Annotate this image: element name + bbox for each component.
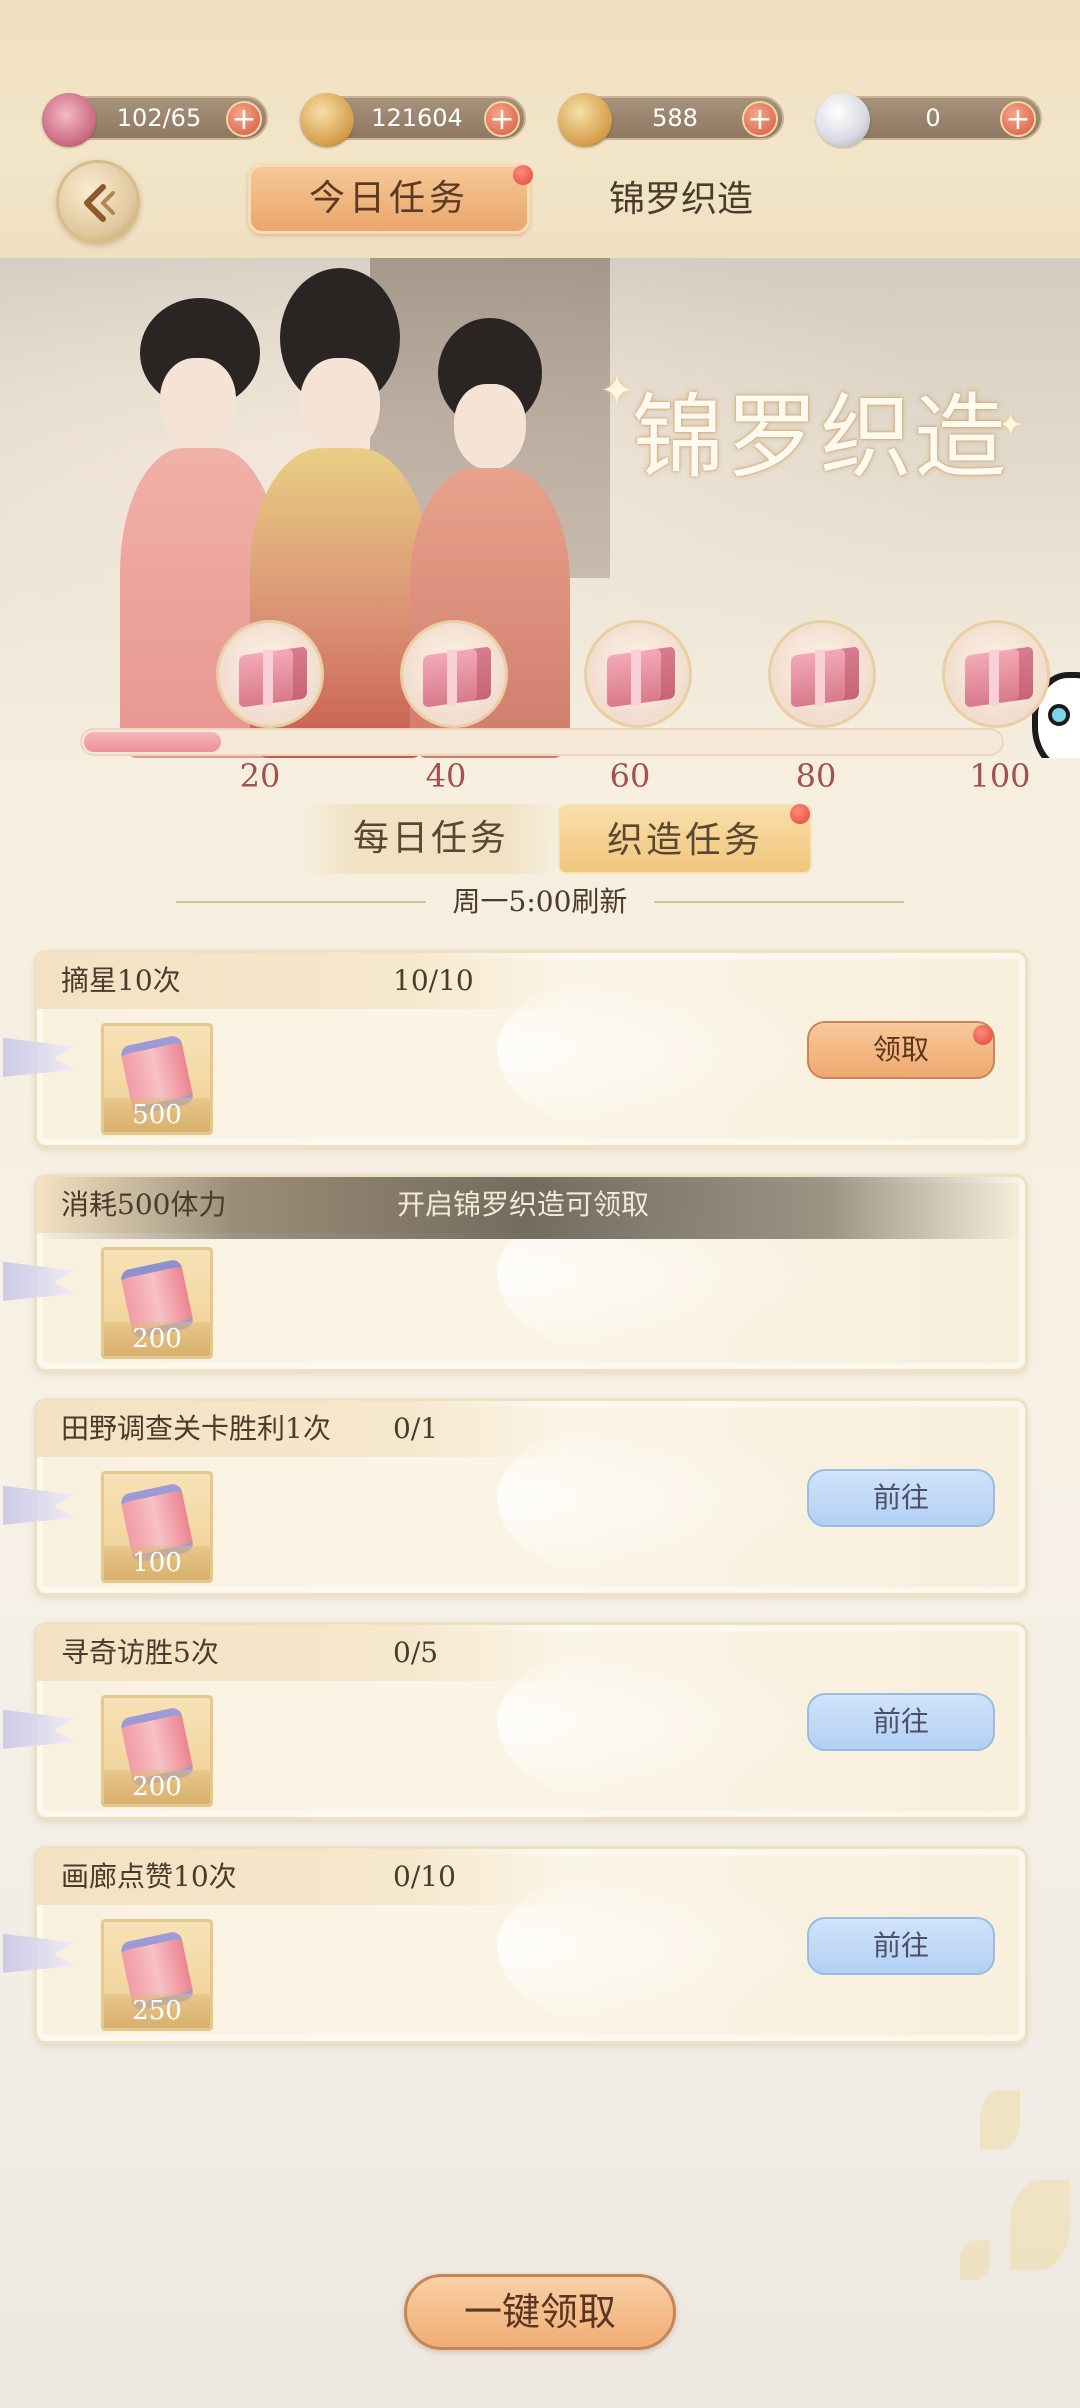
notification-dot: [513, 165, 533, 185]
progress-bar: [80, 728, 1004, 756]
task-title: 摘星10次: [61, 964, 181, 997]
milestone-label: 40: [425, 757, 467, 795]
task-card: 画廊点赞10次 0/10 250 前往: [3, 1846, 1028, 2044]
task-progress: 0/10: [393, 1860, 456, 1893]
task-title: 田野调查关卡胜利1次: [61, 1412, 331, 1445]
task-title: 寻奇访胜5次: [61, 1636, 219, 1669]
resource-bar: 102/65 + 121604 + 588 + 0 +: [0, 93, 1080, 147]
go-button[interactable]: 前往: [807, 1469, 995, 1527]
event-banner: ✦ ✦ 锦罗织造: [0, 258, 1080, 758]
task-card: 摘星10次 10/10 500 领取: [3, 950, 1028, 1148]
top-bar: 102/65 + 121604 + 588 + 0 + 今日任务 锦罗织造: [0, 0, 1080, 258]
task-card: 田野调查关卡胜利1次 0/1 100 前往: [3, 1398, 1028, 1596]
ribbon-icon: [3, 1485, 75, 1525]
task-title: 画廊点赞10次: [61, 1860, 237, 1893]
reward-quantity: 500: [104, 1098, 210, 1132]
reward-quantity: 100: [104, 1546, 210, 1580]
reward-quantity: 200: [104, 1322, 210, 1356]
reward-item[interactable]: 200: [101, 1695, 213, 1807]
tab-label: 织造任务: [606, 820, 763, 861]
jade-coin-icon: [558, 93, 612, 147]
resource-gold[interactable]: 121604 +: [300, 93, 526, 147]
add-icon[interactable]: +: [226, 101, 262, 137]
locked-hint-text: 开启锦罗织造可领取: [397, 1188, 650, 1221]
milestone-label: 80: [795, 757, 837, 795]
tab-weave-tasks[interactable]: 织造任务: [558, 804, 812, 874]
tab-weave[interactable]: 锦罗织造: [596, 170, 766, 230]
petal-decoration: [960, 2240, 990, 2280]
resource-value: 102/65: [116, 104, 202, 132]
button-label: 领取: [872, 1033, 929, 1066]
task-card: 寻奇访胜5次 0/5 200 前往: [3, 1622, 1028, 1820]
refresh-time-text: 周一5:00刷新: [452, 885, 628, 918]
tab-daily-tasks[interactable]: 每日任务: [304, 804, 558, 874]
ribbon-icon: [3, 1037, 75, 1077]
gold-coin-icon: [300, 93, 354, 147]
flower-icon: [42, 93, 96, 147]
claim-all-button[interactable]: 一键领取: [404, 2274, 676, 2350]
resource-flower[interactable]: 102/65 +: [42, 93, 268, 147]
resource-jade[interactable]: 588 +: [558, 93, 784, 147]
resource-pearl[interactable]: 0 +: [816, 93, 1042, 147]
notification-dot: [973, 1025, 993, 1045]
task-title: 消耗500体力: [61, 1188, 227, 1221]
notification-dot: [790, 804, 810, 824]
sparkle-icon: ✦: [600, 368, 634, 414]
task-card: 消耗500体力 开启锦罗织造可领取 200: [3, 1174, 1028, 1372]
back-button[interactable]: [56, 160, 140, 244]
resource-value: 0: [925, 104, 941, 132]
ribbon-icon: [3, 1709, 75, 1749]
task-progress: 0/1: [393, 1412, 439, 1445]
reward-chest-60[interactable]: [584, 620, 692, 728]
reward-chest-20[interactable]: [216, 620, 324, 728]
reward-quantity: 200: [104, 1770, 210, 1804]
resource-value: 121604: [371, 104, 463, 132]
reward-item[interactable]: 250: [101, 1919, 213, 2031]
ribbon-icon: [3, 1933, 75, 1973]
reward-item[interactable]: 100: [101, 1471, 213, 1583]
petal-decoration: [980, 2090, 1020, 2150]
add-icon[interactable]: +: [742, 101, 778, 137]
resource-value: 588: [652, 104, 698, 132]
tab-label: 今日任务: [308, 178, 469, 219]
banner-title: 锦罗织造: [632, 384, 1009, 491]
add-icon[interactable]: +: [1000, 101, 1036, 137]
reward-chest-80[interactable]: [768, 620, 876, 728]
progress-fill: [84, 732, 222, 752]
back-arrow-icon: [84, 184, 115, 222]
tab-today-tasks[interactable]: 今日任务: [248, 164, 533, 234]
add-icon[interactable]: +: [484, 101, 520, 137]
reward-item[interactable]: 200: [101, 1247, 213, 1359]
milestone-label: 20: [239, 757, 281, 795]
task-progress: 0/5: [393, 1636, 439, 1669]
reward-quantity: 250: [104, 1994, 210, 2028]
reward-chest-40[interactable]: [400, 620, 508, 728]
task-progress: 10/10: [393, 964, 474, 997]
ribbon-icon: [3, 1261, 75, 1301]
claim-button[interactable]: 领取: [807, 1021, 995, 1079]
pearl-icon: [816, 93, 870, 147]
reward-chest-100[interactable]: [942, 620, 1050, 728]
go-button[interactable]: 前往: [807, 1693, 995, 1751]
go-button[interactable]: 前往: [807, 1917, 995, 1975]
milestone-label: 100: [969, 757, 1031, 795]
petal-decoration: [1010, 2180, 1070, 2270]
milestone-label: 60: [609, 757, 651, 795]
reward-item[interactable]: 500: [101, 1023, 213, 1135]
